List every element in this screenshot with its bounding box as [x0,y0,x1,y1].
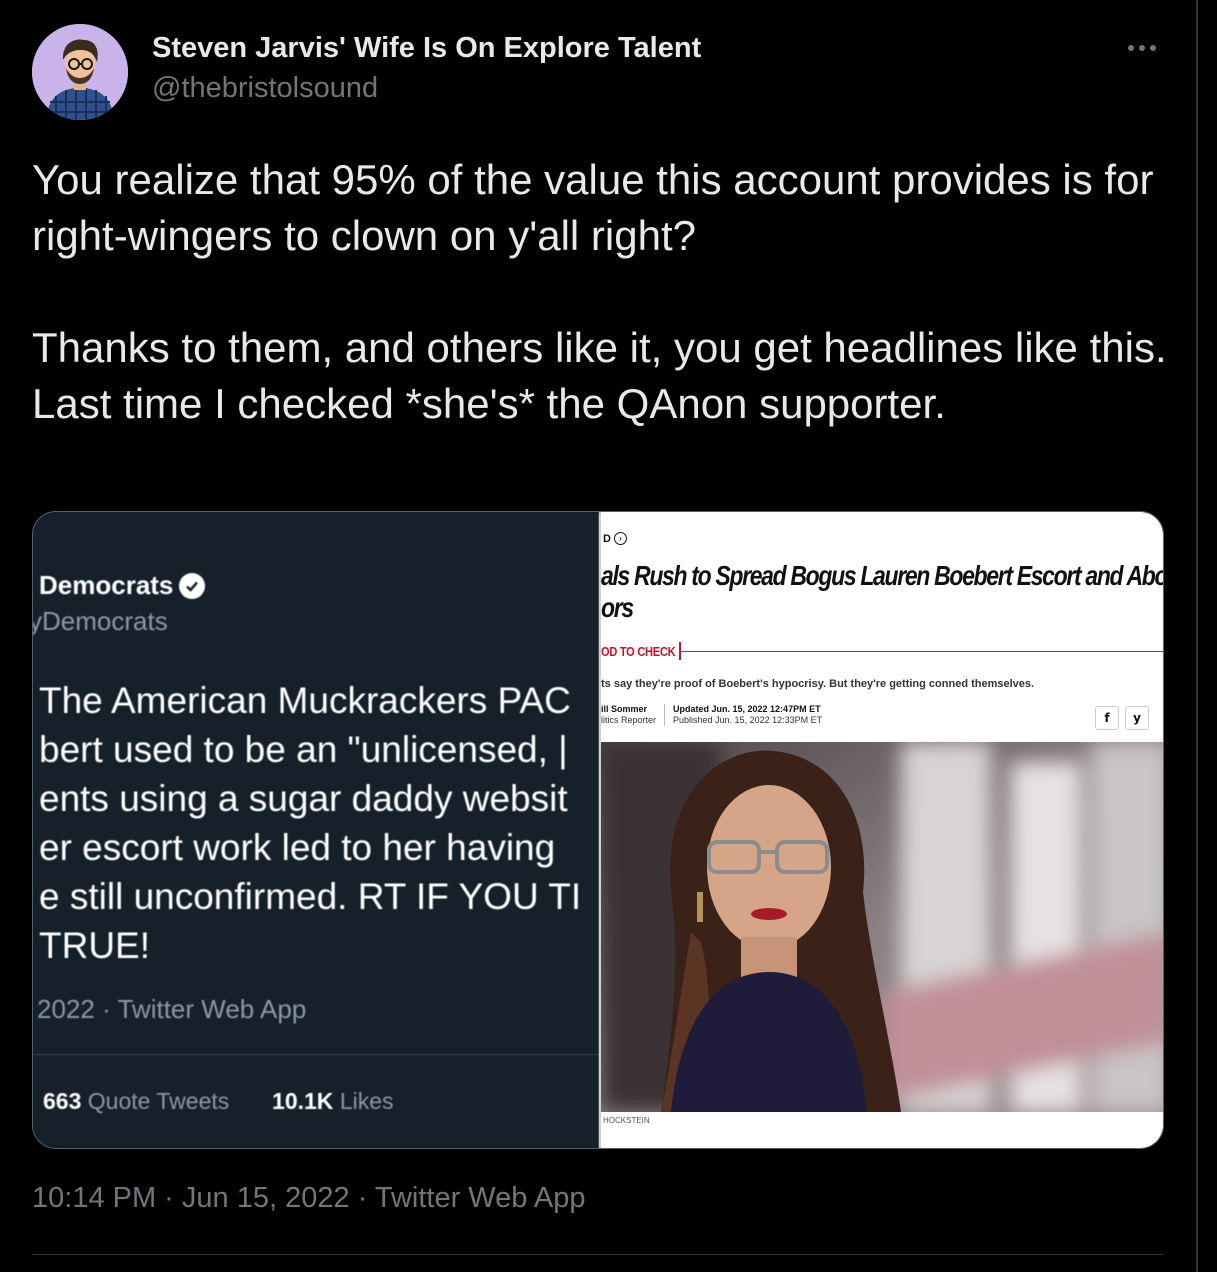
embedded-tweet-line: TRUE! [39,925,150,966]
tweet-divider [32,1254,1164,1255]
timeline-border [1196,0,1198,1272]
author-name: ill Sommer [601,704,648,714]
tweet-paragraph: You realize that 95% of the value this a… [32,156,1154,259]
embedded-tweet-line: e still unconfirmed. RT IF YOU TI [39,876,582,917]
twitter-icon: y [1125,706,1149,730]
tweet-media[interactable]: Democrats yDemocrats The American Muckra… [32,511,1164,1149]
article-byline: ill Sommer litics Reporter Updated Jun. … [601,704,822,726]
tweet-paragraph: Thanks to them, and others like it, you … [32,324,1167,427]
likes-count: 10.1K [272,1088,334,1114]
author-handle[interactable]: @thebristolsound [152,72,378,105]
arrow-circle-icon: › [613,532,627,545]
likes-label: Likes [339,1088,394,1114]
quote-tweets-label: Quote Tweets [87,1088,230,1114]
published-date: Published Jun. 15, 2022 12:33PM ET [673,715,823,725]
avatar[interactable] [32,24,128,120]
article-kicker: D › [603,532,627,545]
article-photo [601,742,1163,1112]
article-headline: als Rush to Spread Bogus Lauren Boebert … [601,560,1163,624]
article-tag-rule [679,651,1163,652]
embedded-tweet-name-text: Democrats [39,570,174,600]
article-dek: ts say they're proof of Boebert's hypocr… [601,678,1035,690]
share-buttons: f y [1095,706,1149,730]
article-kicker-text: D [603,532,611,545]
embedded-tweet-body: The American Muckrackers PAC bert used t… [39,676,599,970]
byline-dates: Updated Jun. 15, 2022 12:47PM ET Publish… [664,704,822,726]
embedded-tweet-line: ents using a sugar daddy websit [39,778,568,819]
tweet-text: You realize that 95% of the value this a… [32,152,1172,432]
media-image-tweet-screenshot[interactable]: Democrats yDemocrats The American Muckra… [33,512,601,1148]
embedded-tweet-line: er escort work led to her having [39,827,556,868]
byline-author: ill Sommer litics Reporter [601,704,656,726]
photo-credit: HOCKSTEIN [603,1116,650,1125]
quote-tweets-count: 663 [43,1088,82,1114]
article-headline-line: ors [601,592,634,623]
more-options-button[interactable] [1118,30,1166,66]
verified-icon [179,572,206,599]
embedded-tweet-divider [33,1054,599,1055]
embedded-tweet-line: bert used to be an "unlicensed, | [39,729,568,770]
embedded-tweet-stats: 663 Quote Tweets 10.1K Likes [43,1088,394,1115]
more-icon [1128,45,1134,51]
embedded-tweet-line: The American Muckrackers PAC [39,680,571,721]
more-icon-dot [1139,45,1145,51]
article-tag: OD TO CHECK [601,644,676,659]
media-image-article-screenshot[interactable]: D › als Rush to Spread Bogus Lauren Boeb… [601,512,1163,1148]
article-headline-line: als Rush to Spread Bogus Lauren Boebert … [601,560,1163,591]
facebook-icon: f [1095,706,1119,730]
embedded-tweet-meta: 2022 · Twitter Web App [37,994,307,1024]
tweet-timestamp[interactable]: 10:14 PM · Jun 15, 2022 · Twitter Web Ap… [32,1182,585,1215]
author-role: litics Reporter [601,715,657,725]
author-display-name[interactable]: Steven Jarvis' Wife Is On Explore Talent [152,32,701,65]
embedded-tweet-name: Democrats [39,570,206,601]
embedded-tweet-handle: yDemocrats [33,606,168,636]
portrait-photo [601,742,1163,1112]
more-icon-dot [1150,45,1156,51]
avatar-illustration [32,24,128,120]
updated-date: Updated Jun. 15, 2022 12:47PM ET [673,704,821,714]
